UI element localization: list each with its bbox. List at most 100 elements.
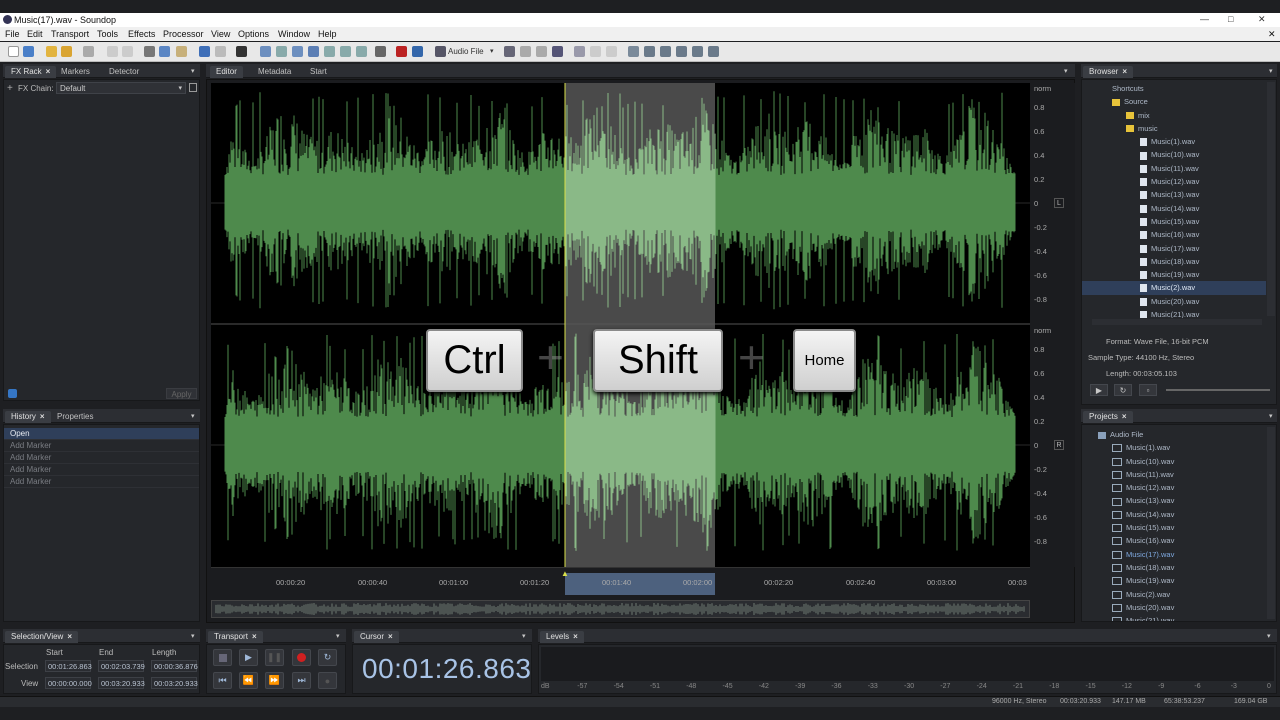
- close-icon[interactable]: ✕: [1258, 14, 1266, 25]
- tree-file[interactable]: Music(1).wav: [1082, 135, 1266, 148]
- tree-file[interactable]: Music(2).wav: [1082, 281, 1266, 295]
- tab-selection-view[interactable]: Selection/View ×: [5, 631, 78, 643]
- menu-options[interactable]: Options: [238, 29, 269, 39]
- close-icon[interactable]: ×: [1122, 67, 1127, 76]
- tree-file[interactable]: Music(20).wav: [1082, 295, 1266, 308]
- menu-help[interactable]: Help: [318, 29, 337, 39]
- project-file[interactable]: Music(16).wav: [1082, 534, 1266, 547]
- insert-icon[interactable]: [590, 46, 601, 57]
- close-icon[interactable]: ×: [1122, 412, 1127, 421]
- close-icon[interactable]: ×: [46, 67, 51, 76]
- power-icon[interactable]: [8, 389, 17, 398]
- snap-icon[interactable]: [236, 46, 247, 57]
- menu-transport[interactable]: Transport: [51, 29, 89, 39]
- save-icon[interactable]: [83, 46, 94, 57]
- delete-icon[interactable]: [606, 46, 617, 57]
- open-folder-icon[interactable]: [61, 46, 72, 57]
- cursor-marker-icon[interactable]: ▲: [561, 569, 569, 578]
- range-tool-icon[interactable]: [215, 46, 226, 57]
- menu-view[interactable]: View: [211, 29, 230, 39]
- panel-menu-chevron-icon[interactable]: ▾: [191, 67, 195, 75]
- time-ruler[interactable]: ▲ 00:00:20 00:00:40 00:01:00 00:01:20 00…: [211, 567, 1030, 597]
- close-icon[interactable]: ×: [573, 632, 578, 641]
- tab-cursor[interactable]: Cursor ×: [354, 631, 399, 643]
- fx-list-icon[interactable]: [189, 83, 197, 92]
- tree-folder-music[interactable]: music: [1082, 122, 1266, 135]
- maximize-icon[interactable]: □: [1228, 14, 1233, 24]
- tab-start[interactable]: Start: [304, 66, 333, 78]
- overview-scrollbar[interactable]: [211, 600, 1030, 618]
- fast-forward-button[interactable]: ⏩: [265, 672, 284, 689]
- tab-properties[interactable]: Properties: [51, 411, 99, 423]
- panel-menu-chevron-icon[interactable]: ▾: [1269, 412, 1273, 420]
- apply-button[interactable]: Apply: [166, 388, 197, 399]
- record-meter-icon[interactable]: [396, 46, 407, 57]
- project-root[interactable]: Audio File: [1082, 428, 1266, 441]
- tree-file[interactable]: Music(10).wav: [1082, 148, 1266, 161]
- panel-menu-chevron-icon[interactable]: ▾: [1064, 67, 1068, 75]
- tree-file[interactable]: Music(12).wav: [1082, 175, 1266, 188]
- preview-play-button[interactable]: ▶: [1090, 384, 1108, 396]
- go-to-end-button[interactable]: ⏭: [292, 672, 311, 689]
- new-file-icon[interactable]: [8, 46, 19, 57]
- panel-menu-chevron-icon[interactable]: ▾: [522, 632, 526, 640]
- mix-icon[interactable]: [412, 46, 423, 57]
- select-tool-icon[interactable]: [199, 46, 210, 57]
- selection-end-field[interactable]: 00:02:03.739: [98, 660, 145, 672]
- envelope-icon[interactable]: [708, 46, 719, 57]
- list-item[interactable]: Add Marker: [4, 452, 199, 464]
- project-file[interactable]: Music(19).wav: [1082, 574, 1266, 587]
- close-icon[interactable]: ×: [67, 632, 72, 641]
- tab-detector[interactable]: Detector: [103, 66, 145, 78]
- menu-effects[interactable]: Effects: [128, 29, 155, 39]
- menu-tools[interactable]: Tools: [97, 29, 118, 39]
- normalize-icon[interactable]: [676, 46, 687, 57]
- menu-edit[interactable]: Edit: [27, 29, 43, 39]
- project-file[interactable]: Music(21).wav: [1082, 614, 1266, 621]
- list-item[interactable]: Open: [4, 428, 199, 440]
- preview-loop-button[interactable]: ↻: [1114, 384, 1132, 396]
- marker-icon[interactable]: [552, 46, 563, 57]
- menu-file[interactable]: File: [5, 29, 20, 39]
- panel-menu-chevron-icon[interactable]: ▾: [1267, 632, 1271, 640]
- minimize-icon[interactable]: —: [1200, 14, 1209, 24]
- tree-file[interactable]: Music(17).wav: [1082, 242, 1266, 255]
- list-item[interactable]: Add Marker: [4, 440, 199, 452]
- project-file[interactable]: Music(15).wav: [1082, 521, 1266, 534]
- list-item[interactable]: Add Marker: [4, 476, 199, 488]
- tab-projects[interactable]: Projects ×: [1083, 411, 1133, 423]
- zoom-out-icon[interactable]: [276, 46, 287, 57]
- zoom-fit-icon[interactable]: [308, 46, 319, 57]
- pause-button[interactable]: ❚❚: [265, 649, 284, 666]
- list-item[interactable]: Add Marker: [4, 464, 199, 476]
- browser-hscrollbar[interactable]: [1092, 319, 1262, 325]
- project-file[interactable]: Music(17).wav: [1082, 548, 1266, 561]
- close-icon[interactable]: ×: [40, 412, 45, 421]
- zoom-reset-icon[interactable]: [356, 46, 367, 57]
- project-file[interactable]: Music(12).wav: [1082, 481, 1266, 494]
- zoom-in-icon[interactable]: [260, 46, 271, 57]
- waveform-view[interactable]: [211, 83, 1030, 567]
- panel-menu-chevron-icon[interactable]: ▾: [191, 632, 195, 640]
- project-file[interactable]: Music(13).wav: [1082, 494, 1266, 507]
- rewind-button[interactable]: ⏪: [239, 672, 258, 689]
- tab-editor[interactable]: Editor: [210, 66, 243, 78]
- close-icon[interactable]: ×: [252, 632, 257, 641]
- tab-history[interactable]: History ×: [5, 411, 51, 423]
- align-icon[interactable]: [504, 46, 515, 57]
- tab-levels[interactable]: Levels ×: [540, 631, 584, 643]
- selection-start-field[interactable]: 00:01:26.863: [45, 660, 92, 672]
- panel-menu-chevron-icon[interactable]: ▾: [191, 412, 195, 420]
- fade-in-icon[interactable]: [644, 46, 655, 57]
- menu-window[interactable]: Window: [278, 29, 310, 39]
- add-fx-icon[interactable]: +: [7, 83, 13, 94]
- record-mode-button[interactable]: ●: [318, 672, 337, 689]
- tree-file[interactable]: Music(21).wav: [1082, 308, 1266, 318]
- channel-icon[interactable]: [574, 46, 585, 57]
- tree-file[interactable]: Music(11).wav: [1082, 162, 1266, 175]
- fx-chain-select[interactable]: Default ▾: [56, 82, 186, 94]
- tab-transport[interactable]: Transport ×: [208, 631, 263, 643]
- project-file[interactable]: Music(18).wav: [1082, 561, 1266, 574]
- projects-scrollbar[interactable]: [1267, 427, 1275, 619]
- view-end-field[interactable]: 00:03:20.933: [98, 677, 145, 689]
